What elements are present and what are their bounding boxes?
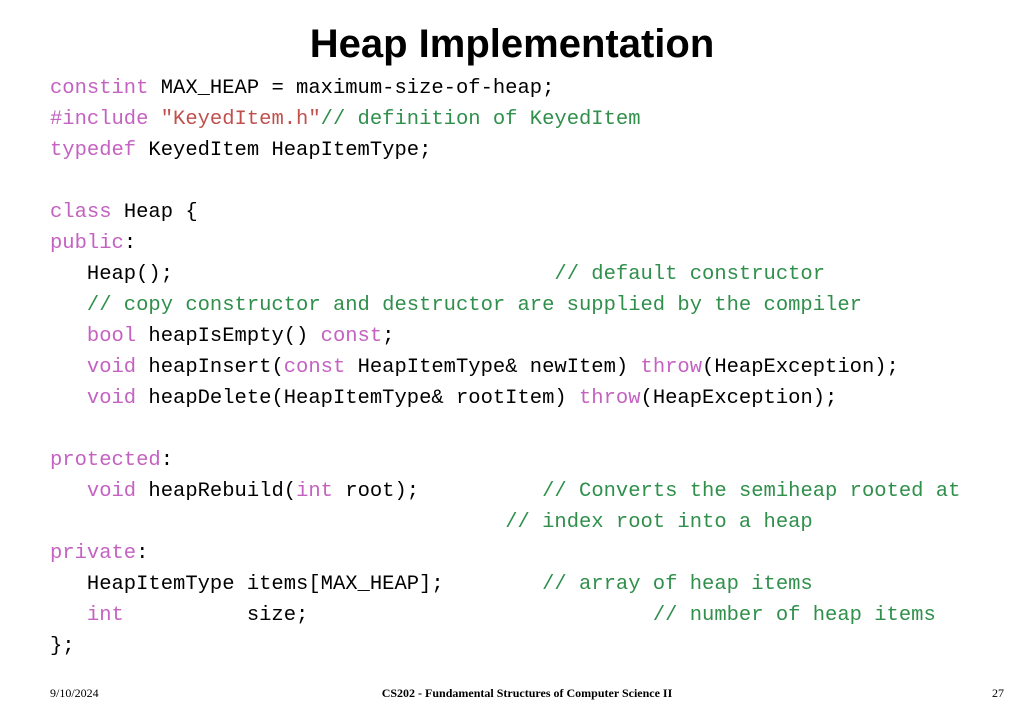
string-literal: "KeyedItem.h" — [148, 108, 320, 131]
comment: // index root into a heap — [505, 511, 813, 534]
code-text — [50, 511, 505, 534]
code-text: ; — [382, 325, 394, 348]
footer-course: CS202 - Fundamental Structures of Comput… — [50, 686, 1004, 701]
keyword: const — [321, 325, 383, 348]
footer-page: 27 — [992, 686, 1004, 701]
code-text: MAX_HEAP = maximum-size-of-heap; — [148, 77, 554, 100]
keyword: throw — [641, 356, 703, 379]
code-text: HeapItemType items[MAX_HEAP]; — [50, 573, 542, 596]
keyword: #include — [50, 108, 148, 131]
keyword: throw — [579, 387, 641, 410]
keyword: void — [87, 356, 136, 379]
code-text: heapDelete(HeapItemType& rootItem) — [136, 387, 579, 410]
code-text: }; — [50, 635, 75, 658]
keyword: void — [87, 480, 136, 503]
keyword: public — [50, 232, 124, 255]
code-text: (HeapException); — [641, 387, 838, 410]
code-text — [50, 480, 87, 503]
keyword: int — [87, 604, 124, 627]
code-block: constint MAX_HEAP = maximum-size-of-heap… — [0, 73, 1024, 662]
code-text: heapInsert( — [136, 356, 284, 379]
comment: // default constructor — [554, 263, 825, 286]
code-text: : — [136, 542, 148, 565]
code-text: root); — [333, 480, 542, 503]
slide-title: Heap Implementation — [0, 22, 1024, 67]
keyword: class — [50, 201, 112, 224]
code-text: size; — [124, 604, 653, 627]
code-text — [50, 325, 87, 348]
code-text — [50, 294, 87, 317]
code-text: Heap { — [112, 201, 198, 224]
code-text: : — [161, 449, 173, 472]
keyword: void — [87, 387, 136, 410]
comment: // Converts the semiheap rooted at — [542, 480, 973, 503]
code-text: HeapItemType& newItem) — [345, 356, 640, 379]
code-text: heapRebuild( — [136, 480, 296, 503]
keyword: constint — [50, 77, 148, 100]
slide: Heap Implementation constint MAX_HEAP = … — [0, 22, 1024, 709]
code-text — [50, 356, 87, 379]
keyword: typedef — [50, 139, 136, 162]
keyword: bool — [87, 325, 136, 348]
code-text — [50, 604, 87, 627]
footer-date: 9/10/2024 — [50, 686, 99, 701]
code-text — [50, 387, 87, 410]
code-text: KeyedItem HeapItemType; — [136, 139, 431, 162]
comment: // copy constructor and destructor are s… — [87, 294, 862, 317]
comment: // definition of KeyedItem — [321, 108, 641, 131]
code-text: : — [124, 232, 136, 255]
keyword: const — [284, 356, 346, 379]
comment: // array of heap items — [542, 573, 813, 596]
code-text: heapIsEmpty() — [136, 325, 321, 348]
keyword: int — [296, 480, 333, 503]
keyword: protected — [50, 449, 161, 472]
comment: // number of heap items — [653, 604, 936, 627]
code-text: Heap(); — [50, 263, 554, 286]
footer: 9/10/2024 CS202 - Fundamental Structures… — [50, 686, 1004, 701]
keyword: private — [50, 542, 136, 565]
code-text: (HeapException); — [702, 356, 899, 379]
